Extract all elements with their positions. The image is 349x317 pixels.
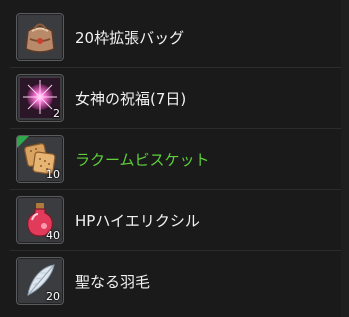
item-slot[interactable]: 40 bbox=[16, 196, 64, 244]
item-name: ラクームビスケット bbox=[75, 150, 210, 169]
item-count: 40 bbox=[46, 229, 60, 242]
item-name: 女神の祝福(7日) bbox=[75, 89, 187, 108]
item-slot[interactable]: 20 bbox=[16, 257, 64, 305]
new-item-badge bbox=[17, 136, 29, 148]
item-name: HPハイエリクシル bbox=[75, 211, 200, 230]
list-item-potion[interactable]: 40 HPハイエリクシル bbox=[10, 190, 349, 251]
list-item-biscuit[interactable]: 10 ラクームビスケット bbox=[10, 129, 349, 190]
list-item-blessing[interactable]: 2 女神の祝福(7日) bbox=[10, 68, 349, 129]
bag-icon bbox=[25, 23, 55, 53]
item-slot[interactable]: 2 bbox=[16, 74, 64, 122]
list-item-bag[interactable]: 20枠拡張バッグ bbox=[10, 7, 349, 68]
item-list: 20枠拡張バッグ 2 女神の祝福(7日) 10 ラクームビスケット 40 HPハ… bbox=[10, 7, 349, 311]
item-count: 20 bbox=[46, 290, 60, 303]
item-slot[interactable] bbox=[16, 13, 64, 61]
item-name: 20枠拡張バッグ bbox=[75, 28, 185, 47]
item-count: 10 bbox=[46, 168, 60, 181]
item-name: 聖なる羽毛 bbox=[75, 272, 151, 291]
item-count: 2 bbox=[53, 107, 60, 120]
item-slot[interactable]: 10 bbox=[16, 135, 64, 183]
list-item-feather[interactable]: 20 聖なる羽毛 bbox=[10, 251, 349, 311]
scrollbar-track[interactable] bbox=[341, 0, 349, 317]
